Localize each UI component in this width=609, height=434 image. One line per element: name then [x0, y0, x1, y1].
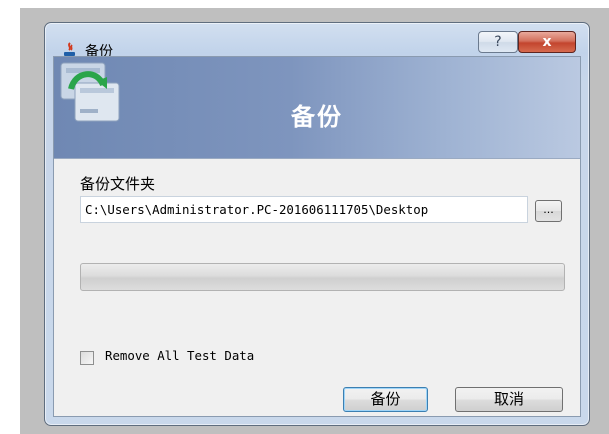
browse-button[interactable]: ...: [535, 200, 562, 222]
remove-test-data-checkbox[interactable]: [80, 351, 94, 365]
header-banner: 备份: [54, 57, 580, 159]
banner-title: 备份: [291, 103, 343, 131]
backup-dialog: 备份 ? x 备份 备份文件夹 C:\Users\Administrator.P…: [44, 22, 590, 426]
backup-path-field[interactable]: C:\Users\Administrator.PC-201606111705\D…: [80, 196, 528, 223]
dialog-client-area: 备份 备份文件夹 C:\Users\Administrator.PC-20160…: [53, 56, 581, 417]
backup-button[interactable]: 备份: [343, 387, 428, 412]
remove-test-data-label[interactable]: Remove All Test Data: [105, 348, 254, 363]
cancel-button[interactable]: 取消: [455, 387, 563, 412]
backup-folder-label: 备份文件夹: [80, 175, 156, 193]
close-button[interactable]: x: [518, 31, 576, 53]
help-button[interactable]: ?: [478, 31, 518, 53]
backup-progress-bar: [80, 263, 565, 291]
